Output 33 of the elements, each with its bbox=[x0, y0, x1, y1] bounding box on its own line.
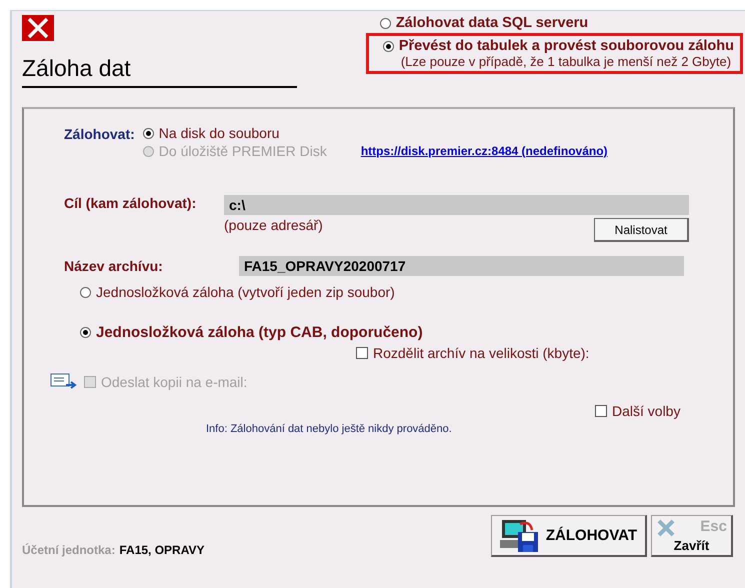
checkbox-option[interactable]: Další volby bbox=[595, 403, 733, 419]
computer-floppy-icon bbox=[500, 518, 540, 554]
field-label: Název archívu: bbox=[64, 258, 164, 274]
radio-option[interactable]: Jednosložková záloha (vytvoří jeden zip soubor) bbox=[80, 284, 733, 300]
window-title: Záloha dat bbox=[22, 55, 297, 88]
radio-icon[interactable] bbox=[80, 327, 91, 338]
close-icon bbox=[656, 518, 676, 538]
radio-icon[interactable] bbox=[142, 128, 154, 138]
hint-text: (pouze adresář) bbox=[224, 217, 323, 233]
checkbox[interactable] bbox=[356, 347, 368, 359]
checkbox[interactable] bbox=[595, 405, 607, 417]
disk-link[interactable]: https://disk.premier.cz:8484 (nedefinováno) bbox=[360, 144, 608, 158]
backup-button[interactable]: ZÁLOHOVAT bbox=[490, 515, 647, 557]
radio-option[interactable]: Převést do tabulek a provést souborovou zálohu bbox=[382, 38, 734, 54]
field-label: Cíl (kam zálohovat): bbox=[64, 195, 198, 213]
status-label: Účetní jednotka: bbox=[22, 543, 116, 557]
radio-option[interactable]: Jednosložková záloha (typ CAB, doporučeno) bbox=[80, 324, 733, 341]
archive-name-field[interactable]: FA15_OPRAVY20200717 bbox=[239, 256, 684, 276]
browse-button[interactable]: Nalistovat bbox=[594, 218, 689, 242]
note-text: (Lze pouze v případě, že 1 tabulka je menší než 2 Gbyte) bbox=[400, 54, 732, 69]
radio-option[interactable]: Na disk do souboru bbox=[142, 125, 280, 141]
radio-icon[interactable] bbox=[80, 286, 91, 298]
close-icon[interactable] bbox=[22, 15, 54, 41]
radio-icon[interactable] bbox=[380, 18, 391, 28]
path-field[interactable]: c:\ bbox=[224, 195, 689, 215]
status-value: FA15, OPRAVY bbox=[119, 543, 204, 557]
envelope-arrow-icon bbox=[50, 373, 78, 391]
close-button[interactable]: Esc Zavřít bbox=[651, 515, 733, 557]
radio-option[interactable]: Zálohovat data SQL serveru bbox=[380, 15, 739, 31]
field-label: Zálohovat: bbox=[64, 126, 135, 144]
checkbox-option[interactable]: Rozdělit archív na velikosti (kbyte): bbox=[356, 345, 733, 361]
info-text: Info: Zálohování dat nebylo ještě nikdy prováděno. bbox=[206, 423, 453, 435]
radio-icon[interactable] bbox=[382, 40, 394, 52]
